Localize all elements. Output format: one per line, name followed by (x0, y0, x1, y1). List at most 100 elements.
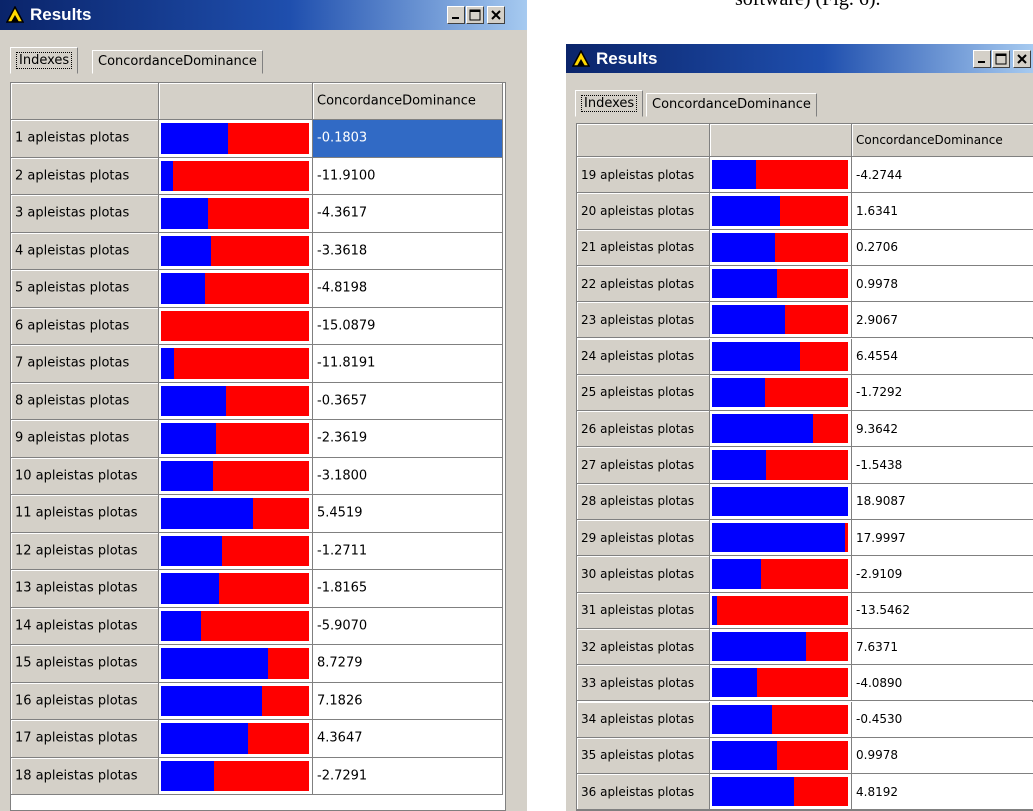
row-header[interactable]: 11 apleistas plotas (11, 495, 159, 533)
table-row[interactable]: 2 apleistas plotas -11.9100 (11, 157, 505, 195)
row-header[interactable]: 1 apleistas plotas (11, 120, 159, 158)
row-header[interactable]: 29 apleistas plotas (577, 520, 710, 557)
value-cell[interactable]: 6.4554 (852, 338, 1033, 375)
table-row[interactable]: 19 apleistas plotas -4.2744 (577, 157, 1033, 194)
table-row[interactable]: 32 apleistas plotas 7.6371 (577, 628, 1033, 666)
row-header[interactable]: 7 apleistas plotas (11, 345, 159, 383)
row-header[interactable]: 34 apleistas plotas (577, 701, 710, 738)
row-header[interactable]: 13 apleistas plotas (11, 570, 159, 608)
table-row[interactable]: 34 apleistas plotas -0.4530 (577, 701, 1033, 738)
value-cell[interactable]: -4.8198 (313, 270, 503, 308)
table-row[interactable]: 20 apleistas plotas 1.6341 (577, 193, 1033, 230)
row-header[interactable]: 19 apleistas plotas (577, 157, 710, 194)
value-cell[interactable]: -13.5462 (852, 592, 1033, 629)
value-cell[interactable]: 4.3647 (313, 720, 503, 758)
table-row[interactable]: 7 apleistas plotas -11.8191 (11, 345, 505, 383)
tab-indexes[interactable]: Indexes (575, 90, 644, 117)
row-header[interactable]: 36 apleistas plotas (577, 774, 710, 811)
row-header[interactable]: 33 apleistas plotas (577, 665, 710, 702)
value-cell[interactable]: -1.7292 (852, 374, 1033, 412)
value-cell[interactable]: -2.3619 (313, 420, 503, 458)
table-row[interactable]: 11 apleistas plotas 5.4519 (11, 495, 505, 533)
column-header[interactable] (159, 83, 313, 120)
value-cell[interactable]: -0.3657 (313, 382, 503, 420)
row-header[interactable]: 27 apleistas plotas (577, 447, 710, 484)
table-row[interactable]: 15 apleistas plotas 8.7279 (11, 645, 505, 683)
minimize-button[interactable] (447, 6, 465, 24)
table-row[interactable]: 28 apleistas plotas 18.9087 (577, 483, 1033, 520)
value-cell[interactable]: -1.5438 (852, 447, 1033, 484)
row-header[interactable]: 32 apleistas plotas (577, 628, 710, 666)
row-header[interactable]: 12 apleistas plotas (11, 532, 159, 570)
table-row[interactable]: 25 apleistas plotas -1.7292 (577, 374, 1033, 412)
row-header[interactable]: 35 apleistas plotas (577, 737, 710, 775)
value-cell[interactable]: 7.1826 (313, 682, 503, 720)
value-cell[interactable]: -2.9109 (852, 556, 1033, 593)
row-header[interactable]: 14 apleistas plotas (11, 607, 159, 645)
title-bar[interactable]: Results (566, 44, 1033, 73)
row-header[interactable]: 8 apleistas plotas (11, 382, 159, 420)
column-header[interactable] (577, 124, 710, 157)
table-row[interactable]: 10 apleistas plotas -3.1800 (11, 457, 505, 495)
tab-concordance-dominance[interactable]: ConcordanceDominance (646, 93, 817, 117)
value-cell[interactable]: -5.9070 (313, 607, 503, 645)
row-header[interactable]: 28 apleistas plotas (577, 483, 710, 520)
table-row[interactable]: 12 apleistas plotas -1.2711 (11, 532, 505, 570)
table-row[interactable]: 13 apleistas plotas -1.8165 (11, 570, 505, 608)
row-header[interactable]: 26 apleistas plotas (577, 411, 710, 448)
row-header[interactable]: 3 apleistas plotas (11, 195, 159, 233)
table-row[interactable]: 24 apleistas plotas 6.4554 (577, 338, 1033, 375)
table-row[interactable]: 3 apleistas plotas -4.3617 (11, 195, 505, 233)
value-cell[interactable]: -4.0890 (852, 665, 1033, 702)
value-cell[interactable]: -4.2744 (852, 157, 1033, 194)
table-row[interactable]: 5 apleistas plotas -4.8198 (11, 270, 505, 308)
table-row[interactable]: 22 apleistas plotas 0.9978 (577, 265, 1033, 303)
row-header[interactable]: 5 apleistas plotas (11, 270, 159, 308)
table-row[interactable]: 33 apleistas plotas -4.0890 (577, 665, 1033, 702)
value-cell[interactable]: 2.9067 (852, 302, 1033, 339)
row-header[interactable]: 2 apleistas plotas (11, 157, 159, 195)
value-cell[interactable]: -2.7291 (313, 757, 503, 795)
results-grid[interactable]: ConcordanceDominance 1 apleistas plotas -0… (10, 82, 506, 811)
value-cell[interactable]: 0.9978 (852, 737, 1033, 775)
row-header[interactable]: 31 apleistas plotas (577, 592, 710, 629)
title-bar[interactable]: Results (0, 0, 527, 30)
table-row[interactable]: 8 apleistas plotas -0.3657 (11, 382, 505, 420)
column-header[interactable]: ConcordanceDominance (852, 124, 1033, 157)
row-header[interactable]: 16 apleistas plotas (11, 682, 159, 720)
row-header[interactable]: 24 apleistas plotas (577, 338, 710, 375)
row-header[interactable]: 10 apleistas plotas (11, 457, 159, 495)
row-header[interactable]: 22 apleistas plotas (577, 265, 710, 303)
table-row[interactable]: 1 apleistas plotas -0.1803 (11, 120, 505, 158)
table-row[interactable]: 23 apleistas plotas 2.9067 (577, 302, 1033, 339)
table-row[interactable]: 26 apleistas plotas 9.3642 (577, 411, 1033, 448)
column-header[interactable]: ConcordanceDominance (313, 83, 503, 120)
value-cell[interactable]: 8.7279 (313, 645, 503, 683)
row-header[interactable]: 17 apleistas plotas (11, 720, 159, 758)
value-cell[interactable]: 17.9997 (852, 520, 1033, 557)
value-cell[interactable]: -1.2711 (313, 532, 503, 570)
close-button[interactable] (487, 6, 505, 24)
value-cell[interactable]: 4.8192 (852, 774, 1033, 811)
table-row[interactable]: 4 apleistas plotas -3.3618 (11, 232, 505, 270)
table-row[interactable]: 36 apleistas plotas 4.8192 (577, 774, 1033, 811)
table-row[interactable]: 31 apleistas plotas -13.5462 (577, 592, 1033, 629)
value-cell[interactable]: 7.6371 (852, 628, 1033, 666)
table-row[interactable]: 21 apleistas plotas 0.2706 (577, 229, 1033, 266)
table-row[interactable]: 30 apleistas plotas -2.9109 (577, 556, 1033, 593)
table-row[interactable]: 35 apleistas plotas 0.9978 (577, 737, 1033, 775)
close-button[interactable] (1013, 50, 1031, 68)
value-cell[interactable]: 5.4519 (313, 495, 503, 533)
row-header[interactable]: 18 apleistas plotas (11, 757, 159, 795)
table-row[interactable]: 17 apleistas plotas 4.3647 (11, 720, 505, 758)
value-cell[interactable]: -1.8165 (313, 570, 503, 608)
value-cell[interactable]: -11.8191 (313, 345, 503, 383)
value-cell[interactable]: 9.3642 (852, 411, 1033, 448)
row-header[interactable]: 20 apleistas plotas (577, 193, 710, 230)
row-header[interactable]: 15 apleistas plotas (11, 645, 159, 683)
row-header[interactable]: 4 apleistas plotas (11, 232, 159, 270)
table-row[interactable]: 18 apleistas plotas -2.7291 (11, 757, 505, 795)
value-cell[interactable]: -3.3618 (313, 232, 503, 270)
table-row[interactable]: 29 apleistas plotas 17.9997 (577, 520, 1033, 557)
maximize-button[interactable] (466, 6, 484, 24)
